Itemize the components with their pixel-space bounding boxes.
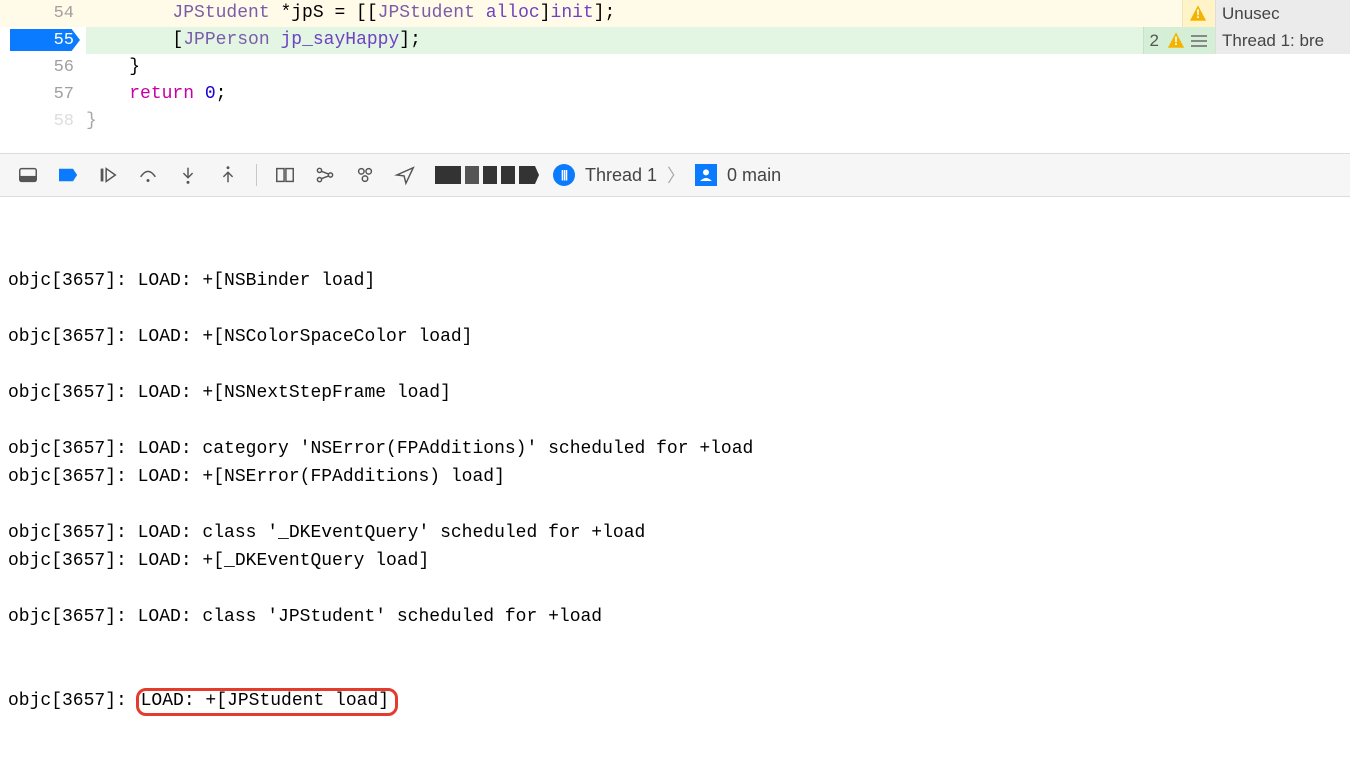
warning-icon bbox=[1189, 5, 1207, 23]
code-text[interactable]: return 0; bbox=[86, 81, 1350, 108]
line-number[interactable]: 54 bbox=[0, 0, 86, 27]
debug-view-button[interactable] bbox=[267, 157, 303, 193]
issue-column: Unusec 2 Thread 1: bre bbox=[1143, 0, 1350, 54]
thread-icon: ||| bbox=[553, 164, 575, 186]
console-line: objc[3657]: LOAD: class 'JPStudent' sche… bbox=[8, 603, 1342, 631]
chevron-right-icon: 〉 bbox=[667, 162, 685, 188]
code-editor[interactable]: 54 JPStudent *jpS = [[JPStudent alloc]in… bbox=[0, 0, 1350, 153]
breakpoints-toggle-button[interactable] bbox=[50, 157, 86, 193]
console-line: objc[3657]: LOAD: +[_DKEventQuery load] bbox=[8, 547, 1342, 575]
console-line: objc[3657]: LOAD: +[NSNextStepFrame load… bbox=[8, 379, 1342, 407]
issue-text[interactable]: Unusec bbox=[1215, 0, 1350, 27]
step-out-button[interactable] bbox=[210, 157, 246, 193]
issue-label: Unusec bbox=[1222, 4, 1280, 24]
toggle-debug-area-button[interactable] bbox=[10, 157, 46, 193]
issue-current-line[interactable]: 2 bbox=[1143, 27, 1215, 54]
thread-label: Thread 1 bbox=[585, 165, 657, 186]
line-number[interactable]: 57 bbox=[0, 81, 86, 108]
console-line: objc[3657]: LOAD: +[NSColorSpaceColor lo… bbox=[8, 323, 1342, 351]
console-line: objc[3657]: LOAD: class '_DKEventQuery' … bbox=[8, 519, 1342, 547]
debug-breadcrumb[interactable]: ||| Thread 1 〉 0 main bbox=[435, 162, 781, 188]
line-number[interactable]: 55 bbox=[0, 27, 86, 54]
step-over-button[interactable] bbox=[130, 157, 166, 193]
frame-label: 0 main bbox=[727, 165, 781, 186]
issue-thread-stop[interactable]: Thread 1: bre bbox=[1215, 27, 1350, 54]
console-line: objc[3657]: LOAD: +[JPStudent load] bbox=[8, 687, 1342, 715]
console-line bbox=[8, 491, 1342, 519]
line-number[interactable]: 58 bbox=[0, 108, 86, 135]
process-icon bbox=[435, 166, 539, 184]
console-line: objc[3657]: LOAD: category 'NSError(FPAd… bbox=[8, 435, 1342, 463]
continue-button[interactable] bbox=[90, 157, 126, 193]
code-line[interactable]: 58} bbox=[0, 108, 1350, 135]
code-text[interactable]: } bbox=[86, 54, 1350, 81]
code-line[interactable]: 57 return 0; bbox=[0, 81, 1350, 108]
debug-memory-graph-button[interactable] bbox=[307, 157, 343, 193]
issue-unused-warning[interactable] bbox=[1182, 0, 1215, 27]
frame-icon bbox=[695, 164, 717, 186]
toolbar-separator bbox=[256, 164, 257, 186]
debug-environment-button[interactable] bbox=[347, 157, 383, 193]
console-line bbox=[8, 295, 1342, 323]
console-line bbox=[8, 351, 1342, 379]
step-into-button[interactable] bbox=[170, 157, 206, 193]
console-line: objc[3657]: LOAD: +[NSBinder load] bbox=[8, 267, 1342, 295]
console-line bbox=[8, 407, 1342, 435]
issue-list-icon bbox=[1191, 35, 1207, 47]
highlighted-log: LOAD: +[JPStudent load] bbox=[136, 688, 398, 716]
line-number[interactable]: 56 bbox=[0, 54, 86, 81]
issue-label: Thread 1: bre bbox=[1222, 31, 1324, 51]
warning-icon bbox=[1167, 32, 1185, 50]
debug-toolbar: ||| Thread 1 〉 0 main bbox=[0, 153, 1350, 197]
issue-count: 2 bbox=[1150, 31, 1161, 51]
console-output[interactable]: objc[3657]: LOAD: +[NSBinder load] objc[… bbox=[0, 197, 1350, 757]
simulate-location-button[interactable] bbox=[387, 157, 423, 193]
console-line bbox=[8, 575, 1342, 603]
code-text[interactable]: } bbox=[86, 108, 1350, 135]
code-line[interactable]: 56 } bbox=[0, 54, 1350, 81]
console-line: objc[3657]: LOAD: +[NSError(FPAdditions)… bbox=[8, 463, 1342, 491]
